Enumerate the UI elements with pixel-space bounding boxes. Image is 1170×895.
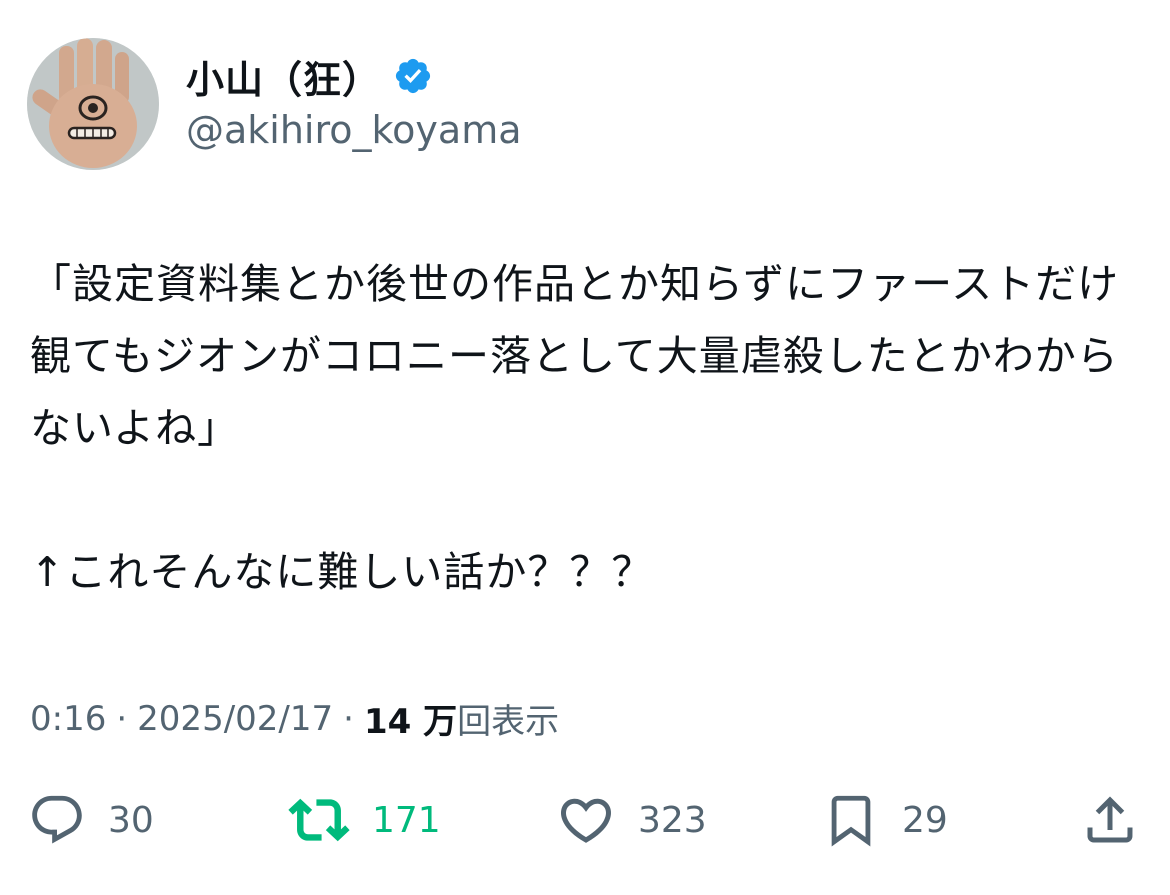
meta-separator: ·	[343, 698, 354, 739]
bookmark-count: 29	[902, 799, 948, 841]
bookmark-button[interactable]: 29	[822, 785, 948, 855]
retweet-count: 171	[372, 799, 441, 841]
tweet-text: 「設定資料集とか後世の作品とか知らずにファーストだけ観てもジオンがコロニー落とし…	[30, 260, 1120, 596]
like-button[interactable]: 323	[556, 785, 707, 855]
display-name[interactable]: 小山（狂）	[186, 49, 381, 104]
views-count[interactable]: 14 万	[364, 694, 457, 743]
tweet-meta: 0:16 · 2025/02/17 · 14 万 回表示	[30, 694, 559, 743]
verified-badge-icon	[393, 56, 433, 96]
author-name-row[interactable]: 小山（狂）	[186, 50, 433, 102]
reply-count: 30	[108, 799, 154, 841]
retweet-button[interactable]: 171	[288, 785, 441, 855]
tweet-actions: 30 171 323 29	[0, 785, 1170, 855]
meta-separator: ·	[116, 698, 128, 739]
tweet-time[interactable]: 0:16	[30, 699, 106, 739]
reply-icon	[32, 795, 82, 844]
share-icon	[1087, 796, 1133, 843]
like-count: 323	[638, 799, 707, 841]
bookmark-icon	[831, 795, 871, 847]
reply-button[interactable]: 30	[28, 785, 154, 855]
heart-icon	[560, 798, 612, 843]
share-button[interactable]	[1080, 785, 1140, 855]
author-handle[interactable]: @akihiro_koyama	[186, 108, 522, 152]
tweet-date[interactable]: 2025/02/17	[137, 699, 333, 739]
avatar[interactable]	[27, 38, 159, 170]
retweet-icon	[288, 798, 350, 842]
avatar-hand-image	[27, 38, 159, 170]
views-label: 回表示	[457, 702, 560, 742]
